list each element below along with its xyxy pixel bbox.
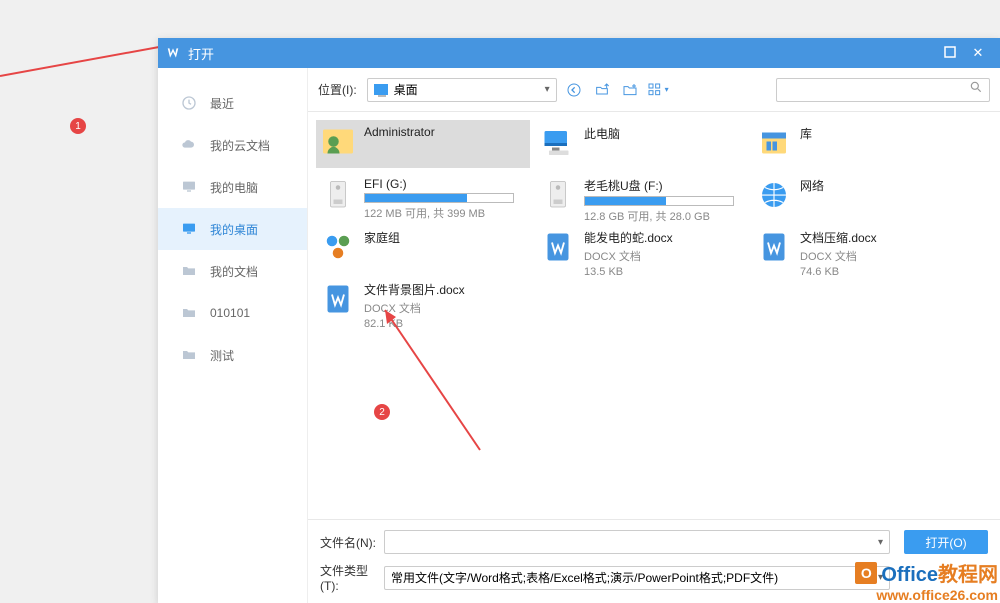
up-button[interactable] (591, 79, 613, 101)
folder-icon (180, 304, 198, 322)
computer-icon (540, 123, 576, 163)
drive-icon (540, 175, 576, 215)
open-dialog: 打开 ✕ 最近 我的云文档 我的电脑 我的桌面 (158, 38, 1000, 603)
file-type: DOCX 文档 (800, 248, 877, 264)
sidebar-item-label: 我的电脑 (210, 179, 258, 196)
search-box[interactable] (776, 78, 990, 102)
file-name: 库 (800, 125, 812, 142)
back-button[interactable] (563, 79, 585, 101)
filetype-label: 文件类型(T): (320, 562, 384, 593)
file-name: 文档压缩.docx (800, 229, 877, 246)
drive-usage-bar (364, 193, 514, 203)
toolbar: 位置(I): 桌面 ▾ ▾ (308, 68, 1000, 112)
watermark-logo-icon: O (855, 562, 877, 584)
file-item[interactable]: Administrator (316, 120, 530, 168)
file-name: 老毛桃U盘 (F:) (584, 177, 734, 194)
filename-input[interactable]: ▾ (384, 530, 890, 554)
annotation-arrow-1 (0, 0, 180, 130)
desktop-icon (180, 220, 198, 238)
maximize-button[interactable] (936, 46, 964, 61)
sidebar-item-010101[interactable]: 010101 (158, 292, 307, 334)
chevron-down-icon: ▾ (545, 84, 550, 95)
sidebar-item-label: 我的文档 (210, 263, 258, 280)
file-name: Administrator (364, 125, 435, 139)
docx-icon (320, 279, 356, 319)
sidebar-item-documents[interactable]: 我的文档 (158, 250, 307, 292)
desktop-small-icon (374, 84, 388, 95)
file-name: EFI (G:) (364, 177, 514, 191)
file-size: 74.6 KB (800, 266, 877, 278)
watermark-url: www.office26.com (855, 587, 998, 603)
homegroup-icon (320, 227, 356, 267)
close-button[interactable]: ✕ (964, 45, 992, 61)
sidebar-item-label: 测试 (210, 347, 234, 364)
file-name: 文件背景图片.docx (364, 281, 465, 298)
chevron-down-icon: ▾ (878, 537, 883, 548)
search-input[interactable] (783, 83, 969, 97)
file-item[interactable]: 文档压缩.docxDOCX 文档74.6 KB (752, 224, 966, 272)
file-type: DOCX 文档 (584, 248, 673, 264)
file-item[interactable]: 网络 (752, 172, 966, 220)
sidebar-item-computer[interactable]: 我的电脑 (158, 166, 307, 208)
sidebar-item-desktop[interactable]: 我的桌面 (158, 208, 307, 250)
clock-icon (180, 94, 198, 112)
file-name: 家庭组 (364, 229, 400, 246)
new-folder-button[interactable] (619, 79, 641, 101)
file-item[interactable]: 能发电的蛇.docxDOCX 文档13.5 KB (536, 224, 750, 272)
file-item[interactable]: EFI (G:) 122 MB 可用, 共 399 MB (316, 172, 530, 220)
file-name: 网络 (800, 177, 824, 194)
docx-icon (756, 227, 792, 267)
file-type: DOCX 文档 (364, 300, 465, 316)
network-icon (756, 175, 792, 215)
drive-icon (320, 175, 356, 215)
user-icon (320, 123, 356, 163)
docx-icon (540, 227, 576, 267)
wps-icon (166, 46, 180, 60)
drive-usage-text: 122 MB 可用, 共 399 MB (364, 205, 514, 221)
sidebar-item-test[interactable]: 测试 (158, 334, 307, 376)
file-item[interactable]: 老毛桃U盘 (F:)12.8 GB 可用, 共 28.0 GB (536, 172, 750, 220)
titlebar: 打开 ✕ (158, 38, 1000, 68)
sidebar-item-label: 我的桌面 (210, 221, 258, 238)
filename-label: 文件名(N): (320, 534, 384, 551)
folder-icon (180, 262, 198, 280)
location-label: 位置(I): (318, 81, 357, 98)
dialog-title: 打开 (188, 44, 936, 63)
sidebar: 最近 我的云文档 我的电脑 我的桌面 我的文档 010101 (158, 68, 308, 603)
file-name: 能发电的蛇.docx (584, 229, 673, 246)
monitor-icon (180, 178, 198, 196)
drive-usage-text: 12.8 GB 可用, 共 28.0 GB (584, 208, 734, 224)
location-value: 桌面 (394, 81, 418, 98)
file-item[interactable]: 此电脑 (536, 120, 750, 168)
view-button[interactable]: ▾ (647, 79, 669, 101)
sidebar-item-recent[interactable]: 最近 (158, 82, 307, 124)
file-list: Administrator 此电脑 库 EFI (G:) 122 MB 可用, 共 39… (308, 112, 1000, 519)
sidebar-item-label: 010101 (210, 306, 250, 320)
sidebar-item-label: 我的云文档 (210, 137, 270, 154)
search-icon (969, 80, 983, 99)
file-name: 此电脑 (584, 125, 620, 142)
annotation-badge-2: 2 (374, 404, 390, 420)
sidebar-item-label: 最近 (210, 95, 234, 112)
open-button[interactable]: 打开(O) (904, 530, 988, 554)
file-size: 82.1 KB (364, 318, 465, 330)
main-panel: 位置(I): 桌面 ▾ ▾ Administrator 此电脑 库 EFI (G:) 1… (308, 68, 1000, 603)
file-item[interactable]: 库 (752, 120, 966, 168)
location-select[interactable]: 桌面 ▾ (367, 78, 557, 102)
sidebar-item-cloud[interactable]: 我的云文档 (158, 124, 307, 166)
annotation-badge-1: 1 (70, 118, 86, 134)
watermark: O Office教程网 www.office26.com (855, 558, 998, 603)
filetype-select[interactable]: 常用文件(文字/Word格式;表格/Excel格式;演示/PowerPoint格… (384, 566, 890, 590)
cloud-icon (180, 136, 198, 154)
drive-usage-bar (584, 196, 734, 206)
library-icon (756, 123, 792, 163)
file-size: 13.5 KB (584, 266, 673, 278)
file-item[interactable]: 家庭组 (316, 224, 530, 272)
file-item[interactable]: 文件背景图片.docxDOCX 文档82.1 KB (316, 276, 530, 324)
folder-icon (180, 346, 198, 364)
